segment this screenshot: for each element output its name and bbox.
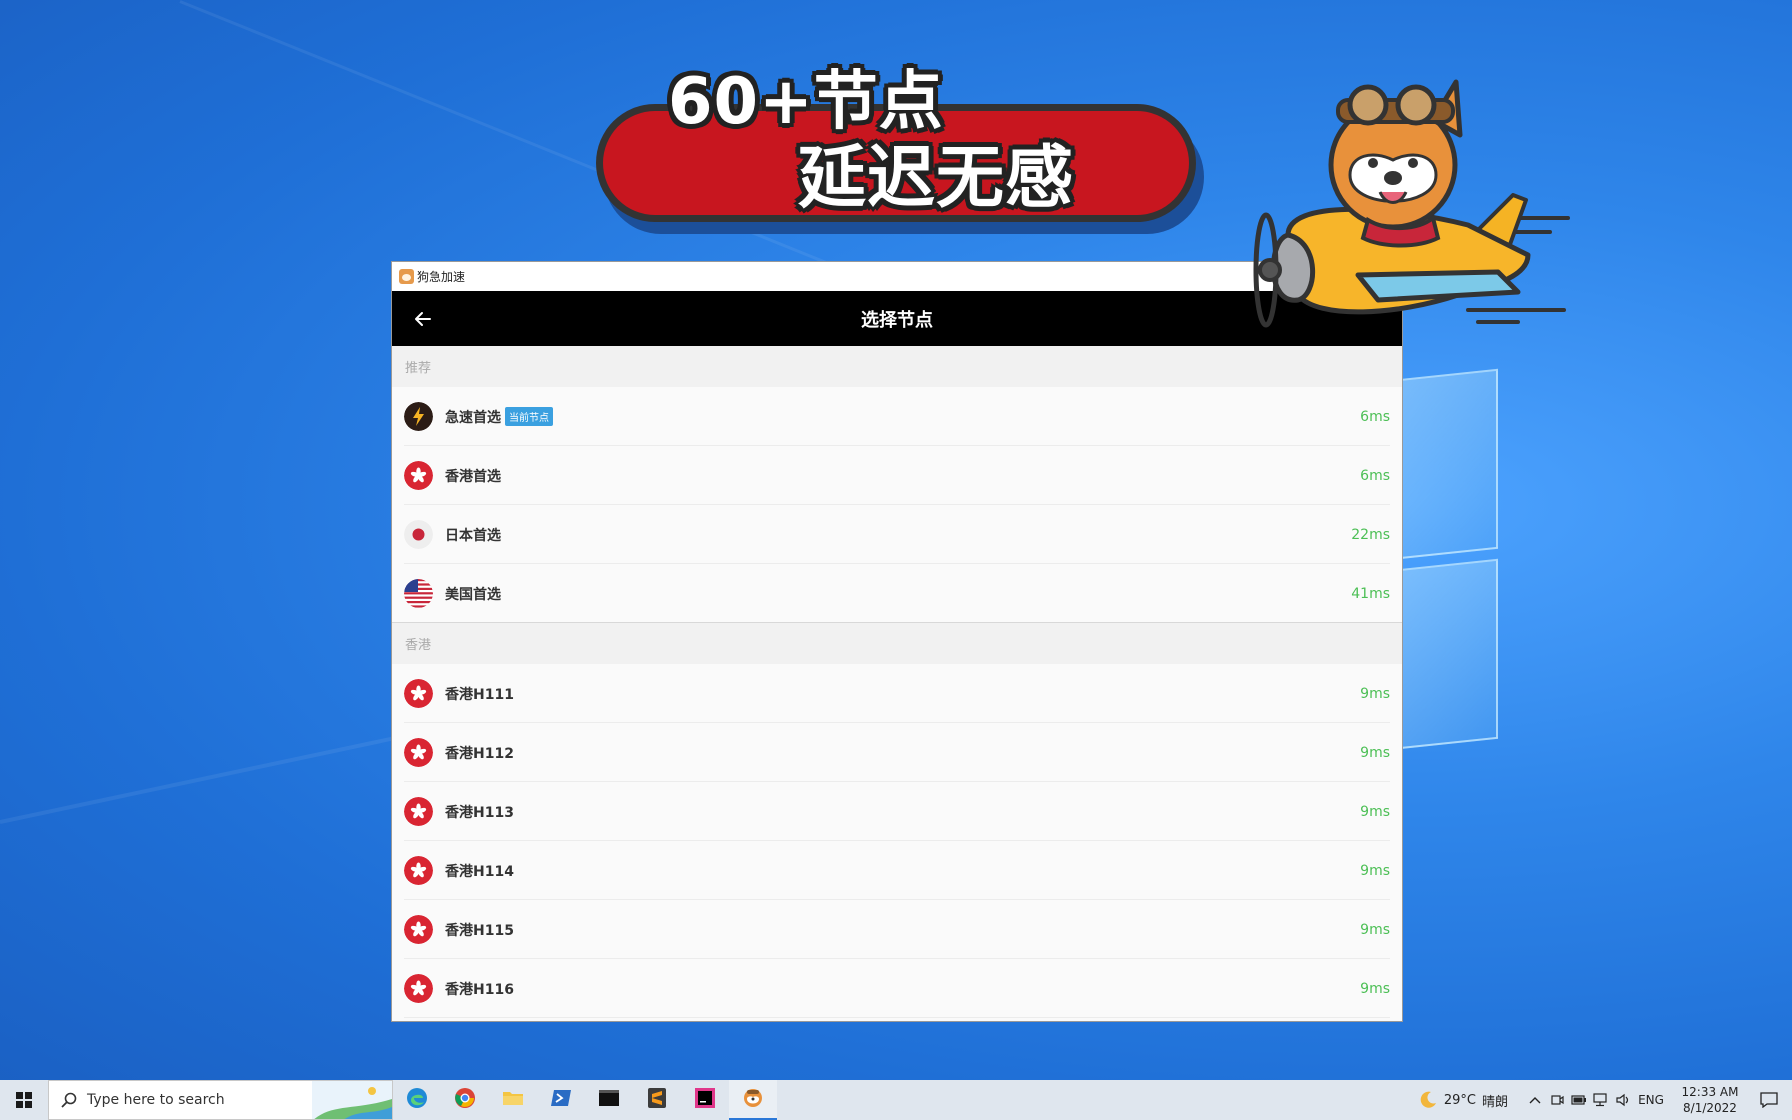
node-name: 美国首选	[445, 586, 501, 603]
flag-hk-icon	[404, 856, 433, 885]
node-name: 日本首选	[445, 527, 501, 544]
section-label: 香港	[392, 623, 1402, 664]
current-node-badge: 当前节点	[505, 407, 553, 426]
meet-now-icon	[1551, 1095, 1564, 1105]
clock[interactable]: 12:33 AM 8/1/2022	[1674, 1084, 1746, 1116]
flag-hk-icon	[404, 679, 433, 708]
back-button[interactable]	[408, 304, 438, 334]
node-name: 香港H115	[445, 922, 514, 939]
flag-hk-icon	[404, 738, 433, 767]
start-button[interactable]	[0, 1080, 48, 1120]
arrow-left-icon	[415, 312, 431, 326]
network-icon	[1593, 1093, 1607, 1107]
node-name: 急速首选	[445, 409, 501, 426]
taskbar-search-box[interactable]: Type here to search	[48, 1080, 393, 1120]
node-latency: 9ms	[1360, 862, 1390, 879]
flag-hk-icon	[404, 974, 433, 1003]
clock-date: 8/1/2022	[1683, 1101, 1737, 1115]
weather-desc: 晴朗	[1481, 1094, 1508, 1110]
dog-app-icon	[741, 1085, 765, 1113]
tray-app-icon[interactable]	[1546, 1080, 1568, 1120]
taskbar-app-terminal[interactable]	[585, 1080, 633, 1120]
node-latency: 9ms	[1360, 803, 1390, 820]
shiba-pilot-mascot-illustration	[1253, 79, 1570, 328]
search-placeholder: Type here to search	[87, 1092, 225, 1108]
windows-icon	[16, 1092, 32, 1108]
dog-app-icon	[399, 269, 414, 284]
window-title: 狗急加速	[417, 270, 466, 284]
taskbar-app-edge[interactable]	[393, 1080, 441, 1120]
tray-network[interactable]	[1590, 1080, 1612, 1120]
weather-widget[interactable]: 29°C 晴朗	[1418, 1090, 1508, 1110]
taskbar-app-dog-app[interactable]	[729, 1080, 777, 1120]
chrome-icon	[453, 1086, 477, 1114]
app-window: 狗急加速 选择节点 推荐急速首选 当前节点 6ms 香港首选 6ms 日本首选 22ms 美国…	[391, 261, 1403, 1022]
node-latency: 9ms	[1360, 685, 1390, 702]
chevron-up-icon	[1529, 1097, 1541, 1104]
taskbar-app-intellij[interactable]	[681, 1080, 729, 1120]
system-tray: 29°C 晴朗 ENG 12:33 AM 8/1/2022	[1418, 1080, 1792, 1120]
node-row[interactable]: 急速首选 当前节点 6ms	[392, 387, 1402, 446]
node-row[interactable]: 香港首选 6ms	[392, 446, 1402, 505]
node-latency: 6ms	[1360, 467, 1390, 484]
clock-time: 12:33 AM	[1681, 1085, 1739, 1099]
speaker-icon	[1616, 1093, 1629, 1107]
weather-temp: 29°C	[1443, 1092, 1476, 1108]
show-hidden-icons-button[interactable]	[1524, 1080, 1546, 1120]
taskbar-apps	[393, 1080, 777, 1120]
node-row[interactable]: 美国首选 41ms	[392, 564, 1402, 623]
node-latency: 9ms	[1360, 921, 1390, 938]
node-name: 香港H113	[445, 804, 514, 821]
banner-headline-2: 延迟无感	[798, 139, 1075, 218]
flag-hk-icon	[404, 915, 433, 944]
node-row[interactable]: 香港H114 9ms	[392, 841, 1402, 900]
file-explorer-icon	[501, 1086, 525, 1114]
node-row[interactable]: 香港H116 9ms	[392, 959, 1402, 1018]
node-row[interactable]: 香港H115 9ms	[392, 900, 1402, 959]
node-row[interactable]: 香港H111 9ms	[392, 664, 1402, 723]
flag-hk-icon	[404, 797, 433, 826]
page-title: 选择节点	[861, 309, 933, 331]
edge-icon	[405, 1086, 429, 1114]
node-row[interactable]: 香港H112 9ms	[392, 723, 1402, 782]
node-latency: 6ms	[1360, 408, 1390, 425]
node-name: 香港首选	[445, 468, 501, 485]
terminal-icon	[597, 1086, 621, 1114]
notification-icon	[1760, 1092, 1778, 1108]
notification-center-button[interactable]	[1746, 1080, 1792, 1120]
node-latency: 9ms	[1360, 744, 1390, 761]
node-row[interactable]: 日本首选 22ms	[392, 505, 1402, 564]
flag-us-icon	[404, 579, 433, 608]
node-name: 香港H112	[445, 745, 514, 762]
node-row[interactable]: 香港H113 9ms	[392, 782, 1402, 841]
taskbar-app-sublime[interactable]	[633, 1080, 681, 1120]
search-icon	[61, 1092, 77, 1108]
node-list: 推荐 急速首选 当前节点 6ms 香港首选 6ms 日本首选 22ms 美国首选 41ms 香港 香港…	[392, 346, 1402, 1018]
sublime-icon	[645, 1086, 669, 1114]
moon-icon	[1420, 1091, 1436, 1108]
node-name: 香港H111	[445, 686, 514, 703]
language-indicator[interactable]: ENG	[1634, 1080, 1668, 1120]
powershell-icon	[549, 1086, 573, 1114]
flag-jp-icon	[404, 520, 433, 549]
taskbar-app-file-explorer[interactable]	[489, 1080, 537, 1120]
search-highlight-illustration	[312, 1081, 392, 1119]
lightning-icon	[404, 402, 433, 431]
node-latency: 22ms	[1351, 526, 1390, 543]
tray-volume[interactable]	[1612, 1080, 1634, 1120]
node-latency: 41ms	[1351, 585, 1390, 602]
section-label: 推荐	[392, 346, 1402, 387]
flag-hk-icon	[404, 461, 433, 490]
taskbar: Type here to search 29°C 晴朗 ENG 12:33 AM…	[0, 1080, 1792, 1120]
intellij-icon	[693, 1086, 717, 1114]
tray-battery[interactable]	[1568, 1080, 1590, 1120]
battery-icon	[1571, 1095, 1586, 1105]
node-name: 香港H114	[445, 863, 514, 880]
node-latency: 9ms	[1360, 980, 1390, 997]
node-name: 香港H116	[445, 981, 514, 998]
taskbar-app-powershell[interactable]	[537, 1080, 585, 1120]
taskbar-app-chrome[interactable]	[441, 1080, 489, 1120]
